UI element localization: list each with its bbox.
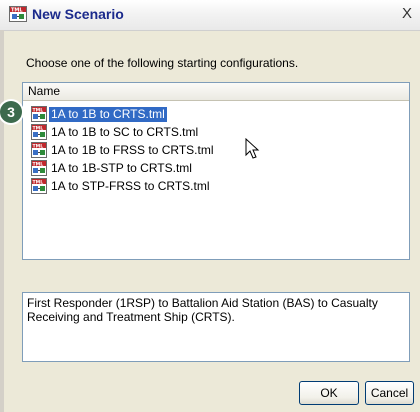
tml-file-icon: TML [31, 106, 47, 122]
list-item[interactable]: TML 1A to STP-FRSS to CRTS.tml [31, 177, 409, 195]
svg-text:TML: TML [11, 8, 23, 14]
title-bar[interactable]: TML New Scenario X [0, 0, 420, 31]
svg-text:TML: TML [33, 107, 44, 113]
tml-file-icon: TML [31, 124, 47, 140]
new-scenario-dialog: TML New Scenario X Choose one of the fol… [0, 0, 420, 412]
list-item-label: 1A to 1B to CRTS.tml [49, 106, 167, 122]
svg-text:TML: TML [33, 143, 44, 149]
configuration-list[interactable]: Name TML 1A to 1B to CRTS.tml TML 1A to … [22, 82, 410, 260]
list-item-label: 1A to 1B-STP to CRTS.tml [51, 160, 192, 175]
svg-text:TML: TML [33, 161, 44, 167]
window-title: New Scenario [32, 6, 124, 22]
close-button[interactable]: X [398, 5, 416, 23]
tml-file-icon: TML [31, 142, 47, 158]
list-item[interactable]: TML 1A to 1B-STP to CRTS.tml [31, 159, 409, 177]
tml-file-icon: TML [31, 178, 47, 194]
svg-text:TML: TML [33, 125, 44, 131]
list-item-label: 1A to 1B to SC to CRTS.tml [51, 124, 199, 139]
ok-button[interactable]: OK [299, 381, 359, 405]
close-icon: X [401, 5, 412, 22]
cancel-button[interactable]: Cancel [365, 381, 414, 405]
list-rows: TML 1A to 1B to CRTS.tml TML 1A to 1B to… [31, 105, 409, 195]
mouse-pointer-icon [245, 138, 260, 159]
list-item-label: 1A to STP-FRSS to CRTS.tml [51, 178, 210, 193]
window-frame [0, 30, 4, 412]
list-item[interactable]: TML 1A to 1B to SC to CRTS.tml [31, 123, 409, 141]
tml-file-icon: TML [31, 160, 47, 176]
description-box: First Responder (1RSP) to Battalion Aid … [22, 292, 410, 362]
tml-file-icon: TML [9, 6, 27, 22]
list-item[interactable]: TML 1A to 1B to FRSS to CRTS.tml [31, 141, 409, 159]
list-item-label: 1A to 1B to FRSS to CRTS.tml [51, 142, 214, 157]
step-callout-badge: 3 [0, 101, 22, 123]
svg-text:TML: TML [33, 179, 44, 185]
instruction-text: Choose one of the following starting con… [26, 56, 299, 70]
column-header-name[interactable]: Name [23, 83, 409, 101]
list-item[interactable]: TML 1A to 1B to CRTS.tml [31, 105, 409, 123]
